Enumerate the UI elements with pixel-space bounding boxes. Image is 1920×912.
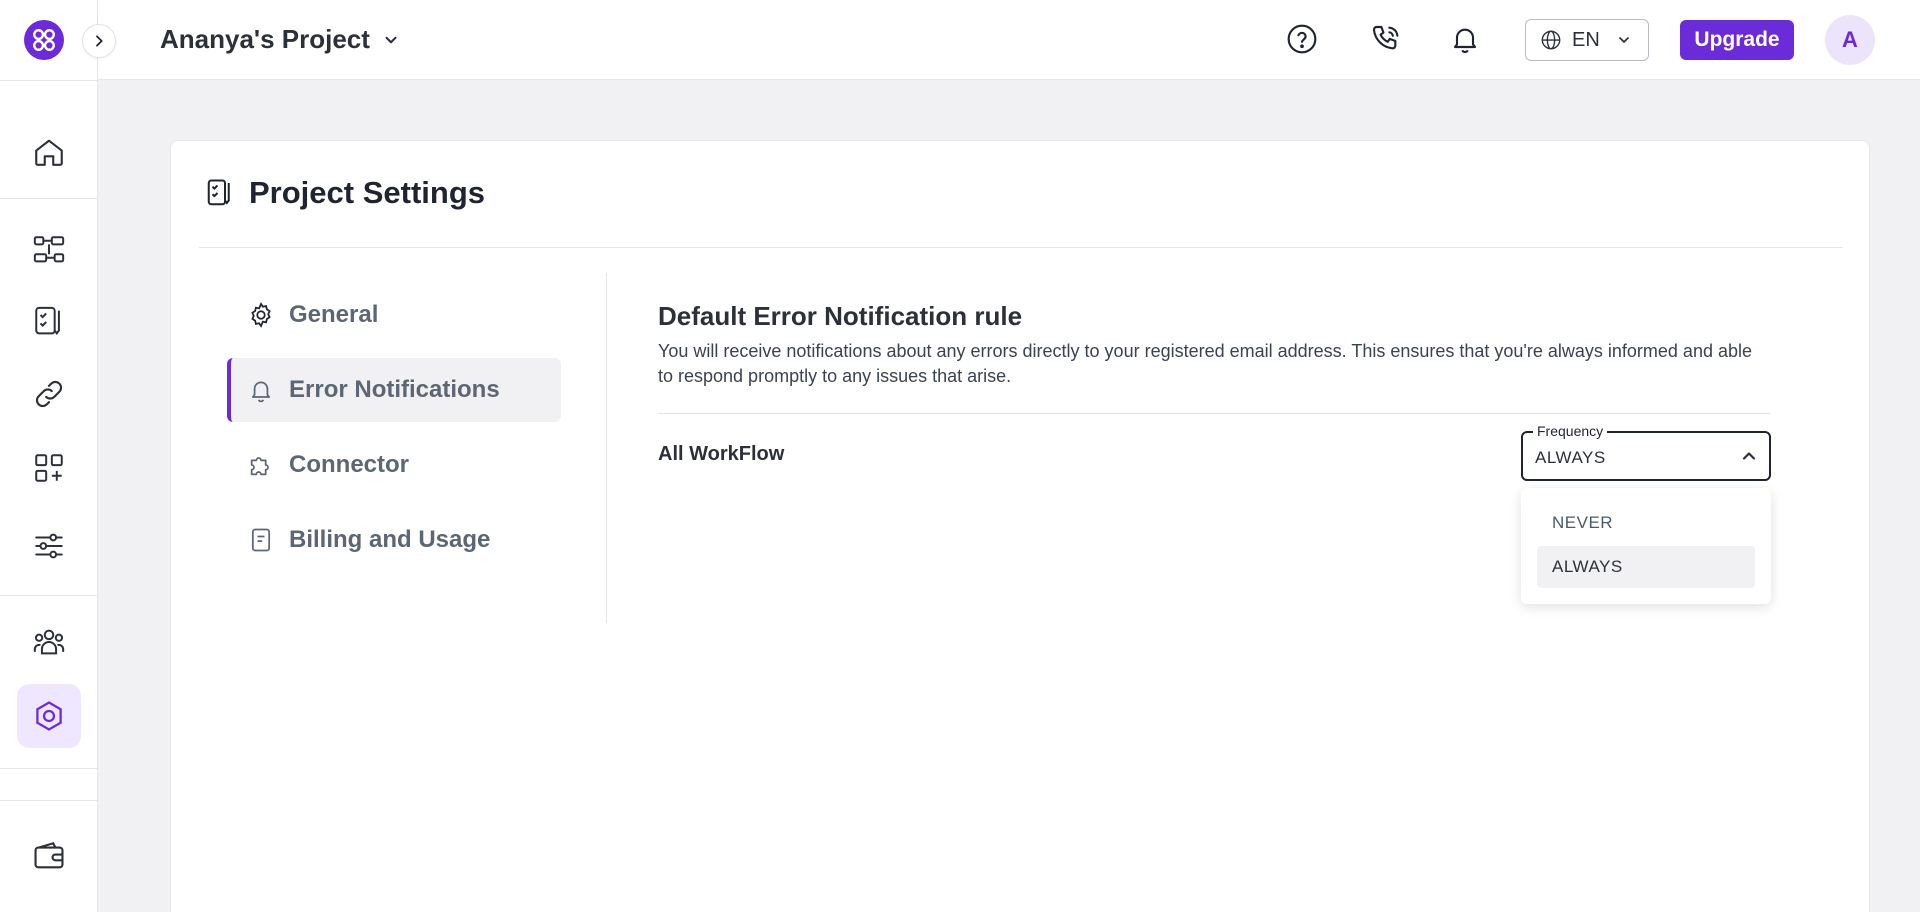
phone-icon [1372,25,1399,50]
sidebar-item-project-settings[interactable] [17,290,81,354]
settings-nav-billing[interactable]: Billing and Usage [227,508,561,572]
logo-icon [33,29,55,51]
sidebar [0,0,98,912]
sidebar-item-settings[interactable] [17,684,81,748]
puzzle-icon [250,457,269,476]
notifications-button[interactable] [1446,20,1484,58]
page-title-text: Project Settings [249,175,485,210]
language-code: EN [1572,28,1600,51]
call-button[interactable] [1367,20,1405,58]
gear-icon [251,302,271,328]
sidebar-item-apps[interactable] [17,436,81,500]
app-logo[interactable] [24,20,64,60]
sidebar-divider [0,800,98,801]
settings-nav-label: Error Notifications [289,376,500,403]
bell-icon [1453,28,1477,54]
workflow-label: All WorkFlow [658,443,785,465]
sidebar-divider [0,768,98,769]
section-description: You will receive notifications about any… [658,341,1752,386]
sidebar-divider [0,595,98,596]
settings-nav-label: Billing and Usage [289,526,491,553]
chevron-down-icon [1618,37,1629,43]
section-divider [658,413,1770,414]
project-name: Ananya's Project [160,24,370,54]
page-title: Project Settings [205,175,485,211]
help-button[interactable] [1283,20,1321,58]
upgrade-button[interactable]: Upgrade [1680,20,1794,60]
frequency-option-always[interactable]: ALWAYS [1537,546,1755,588]
apps-add-icon [35,454,63,482]
bell-icon [251,381,271,403]
sidebar-item-team[interactable] [17,610,81,674]
sidebar-item-sliders[interactable] [17,514,81,578]
help-icon [1287,24,1317,54]
chevron-down-icon [385,36,397,43]
link-icon [35,380,63,408]
frequency-dropdown: NEVER ALWAYS [1521,488,1771,604]
sliders-icon [35,533,63,559]
avatar[interactable]: A [1825,15,1875,65]
nav-divider [606,273,607,623]
frequency-select[interactable]: Frequency ALWAYS [1521,423,1771,481]
sidebar-item-workflows[interactable] [17,218,81,282]
wallet-icon [34,841,64,869]
sidebar-item-links[interactable] [17,362,81,426]
settings-nav-connector[interactable]: Connector [227,433,561,497]
settings-card: Project Settings General Error Notificat… [170,140,1870,912]
project-switcher[interactable]: Ananya's Project [160,24,400,55]
frequency-value: ALWAYS [1535,448,1606,467]
settings-nav-error-notifications[interactable]: Error Notifications [227,358,561,422]
sidebar-expand-button[interactable] [82,24,116,58]
top-header: Ananya's Project EN Upgrade A [98,0,1920,80]
frequency-legend: Frequency [1533,423,1608,439]
card-divider [199,247,1843,248]
settings-nav-label: General [289,301,379,328]
sidebar-item-home[interactable] [17,120,81,184]
sidebar-divider [0,80,98,81]
home-icon [35,139,63,166]
sidebar-divider [0,198,98,199]
frequency-option-never[interactable]: NEVER [1537,502,1755,544]
workflow-icon [33,236,65,263]
sidebar-item-wallet[interactable] [17,824,81,888]
language-selector[interactable]: EN [1525,19,1649,61]
project-settings-icon [207,179,230,206]
globe-icon [1541,30,1561,50]
hexagon-settings-icon [36,701,62,731]
receipt-icon [251,528,271,552]
settings-nav-label: Connector [289,451,409,478]
team-icon [33,629,65,655]
settings-nav-general[interactable]: General [227,283,561,347]
section-title: Default Error Notification rule [658,301,1023,331]
project-settings-icon [35,306,60,335]
chevron-right-icon [96,35,103,47]
chevron-up-icon [1742,452,1756,460]
